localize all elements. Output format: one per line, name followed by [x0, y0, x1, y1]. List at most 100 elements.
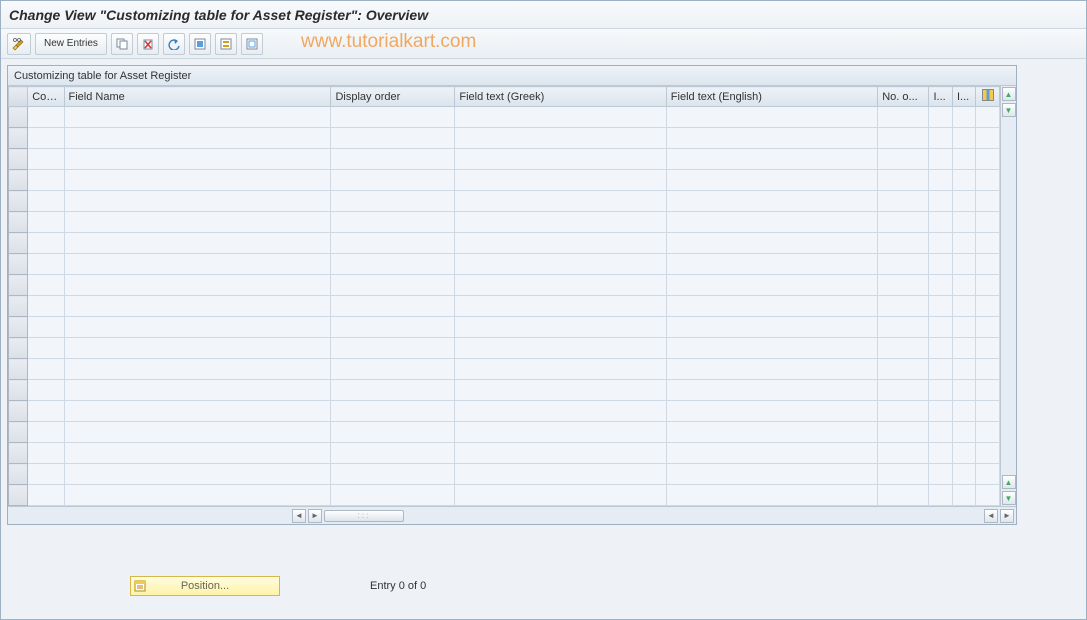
cell[interactable]	[666, 296, 877, 317]
cell[interactable]	[976, 254, 1000, 275]
cell[interactable]	[331, 212, 455, 233]
scroll-left-button[interactable]: ◄	[292, 509, 306, 523]
cell[interactable]	[952, 317, 975, 338]
new-entries-button[interactable]: New Entries	[35, 33, 107, 55]
cell[interactable]	[455, 464, 666, 485]
cell[interactable]	[929, 275, 952, 296]
cell[interactable]	[455, 401, 666, 422]
cell[interactable]	[666, 338, 877, 359]
cell[interactable]	[455, 317, 666, 338]
row-selector[interactable]	[9, 191, 28, 212]
table-row[interactable]	[9, 107, 1000, 128]
scroll-down-button[interactable]: ▼	[1002, 103, 1016, 117]
cell[interactable]	[878, 317, 929, 338]
cell[interactable]	[64, 464, 331, 485]
cell[interactable]	[976, 170, 1000, 191]
cell[interactable]	[455, 107, 666, 128]
cell[interactable]	[28, 254, 64, 275]
row-selector[interactable]	[9, 170, 28, 191]
cell[interactable]	[64, 485, 331, 506]
cell[interactable]	[331, 233, 455, 254]
cell[interactable]	[666, 191, 877, 212]
cell[interactable]	[455, 170, 666, 191]
select-block-button[interactable]	[215, 33, 237, 55]
cell[interactable]	[28, 128, 64, 149]
scroll-right-button-2[interactable]: ►	[1000, 509, 1014, 523]
cell[interactable]	[331, 443, 455, 464]
cell[interactable]	[976, 107, 1000, 128]
cell[interactable]	[666, 443, 877, 464]
cell[interactable]	[878, 170, 929, 191]
cell[interactable]	[952, 443, 975, 464]
cell[interactable]	[331, 128, 455, 149]
cell[interactable]	[28, 359, 64, 380]
cell[interactable]	[952, 191, 975, 212]
cell[interactable]	[331, 317, 455, 338]
cell[interactable]	[331, 170, 455, 191]
scroll-down-button-2[interactable]: ▼	[1002, 491, 1016, 505]
cell[interactable]	[929, 170, 952, 191]
cell[interactable]	[929, 380, 952, 401]
cell[interactable]	[455, 128, 666, 149]
cell[interactable]	[929, 422, 952, 443]
cell[interactable]	[976, 275, 1000, 296]
cell[interactable]	[28, 464, 64, 485]
row-selector[interactable]	[9, 296, 28, 317]
row-selector[interactable]	[9, 149, 28, 170]
table-row[interactable]	[9, 338, 1000, 359]
cell[interactable]	[64, 422, 331, 443]
cell[interactable]	[331, 254, 455, 275]
cell[interactable]	[28, 338, 64, 359]
cell[interactable]	[976, 128, 1000, 149]
cell[interactable]	[64, 401, 331, 422]
cell[interactable]	[28, 380, 64, 401]
cell[interactable]	[331, 296, 455, 317]
cell[interactable]	[28, 317, 64, 338]
cell[interactable]	[929, 464, 952, 485]
cell[interactable]	[331, 380, 455, 401]
configure-columns-button[interactable]	[976, 87, 1000, 107]
cell[interactable]	[666, 464, 877, 485]
cell[interactable]	[878, 275, 929, 296]
cell[interactable]	[976, 401, 1000, 422]
row-selector[interactable]	[9, 485, 28, 506]
cell[interactable]	[878, 422, 929, 443]
cell[interactable]	[976, 338, 1000, 359]
cell[interactable]	[28, 296, 64, 317]
cell[interactable]	[929, 359, 952, 380]
table-row[interactable]	[9, 485, 1000, 506]
row-selector[interactable]	[9, 128, 28, 149]
cell[interactable]	[331, 149, 455, 170]
cell[interactable]	[331, 422, 455, 443]
cell[interactable]	[666, 317, 877, 338]
cell[interactable]	[929, 233, 952, 254]
table-row[interactable]	[9, 443, 1000, 464]
cell[interactable]	[976, 149, 1000, 170]
cell[interactable]	[666, 107, 877, 128]
cell[interactable]	[929, 191, 952, 212]
cell[interactable]	[455, 338, 666, 359]
cell[interactable]	[929, 338, 952, 359]
cell[interactable]	[952, 275, 975, 296]
cell[interactable]	[976, 443, 1000, 464]
cell[interactable]	[64, 443, 331, 464]
cell[interactable]	[455, 443, 666, 464]
table-row[interactable]	[9, 464, 1000, 485]
cell[interactable]	[455, 359, 666, 380]
toggle-display-change-button[interactable]	[7, 33, 31, 55]
cell[interactable]	[455, 212, 666, 233]
undo-button[interactable]	[163, 33, 185, 55]
table-row[interactable]	[9, 191, 1000, 212]
cell[interactable]	[878, 380, 929, 401]
table-row[interactable]	[9, 317, 1000, 338]
row-selector[interactable]	[9, 380, 28, 401]
cell[interactable]	[28, 485, 64, 506]
cell[interactable]	[455, 422, 666, 443]
cell[interactable]	[64, 380, 331, 401]
table-row[interactable]	[9, 275, 1000, 296]
col-no-o[interactable]: No. o...	[878, 87, 929, 107]
cell[interactable]	[455, 233, 666, 254]
col-i2[interactable]: I...	[952, 87, 975, 107]
cell[interactable]	[331, 359, 455, 380]
cell[interactable]	[64, 128, 331, 149]
